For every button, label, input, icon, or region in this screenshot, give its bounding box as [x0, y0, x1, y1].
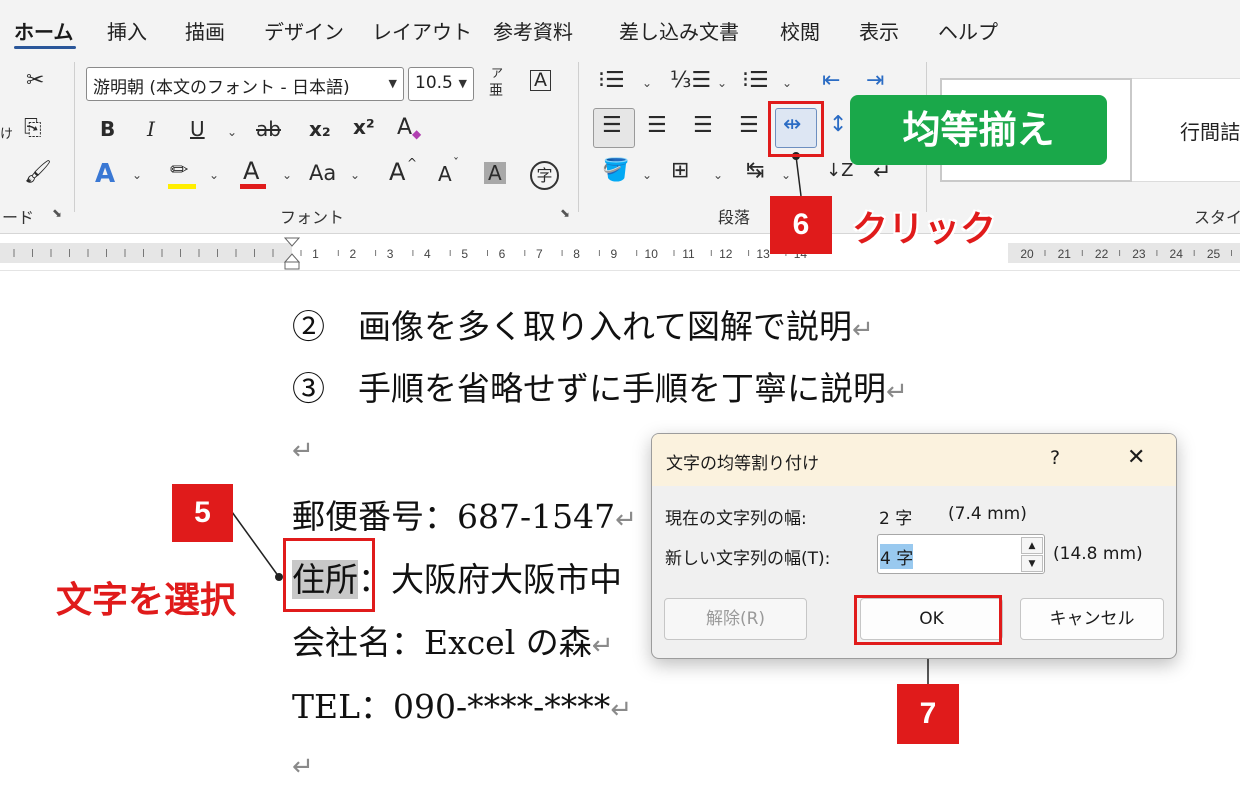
highlight-box-ok — [854, 595, 1002, 645]
new-width-label: 新しい文字列の幅(T): — [665, 549, 831, 569]
new-width-mm: (14.8 mm) — [1053, 544, 1143, 564]
step-6-badge: 6 — [770, 196, 832, 254]
spin-up-icon[interactable]: ▲ — [1021, 537, 1043, 554]
new-width-value: 4 字 — [880, 544, 914, 569]
click-annotation: クリック — [852, 209, 997, 250]
spin-down-icon[interactable]: ▼ — [1021, 555, 1043, 572]
help-icon[interactable]: ? — [1050, 447, 1060, 469]
close-icon[interactable]: ✕ — [1127, 445, 1145, 470]
dialog-title: 文字の均等割り付け — [666, 454, 819, 474]
step-5-badge: 5 — [172, 484, 233, 542]
current-width-mm: (7.4 mm) — [948, 504, 1027, 524]
highlight-box-distributed — [768, 101, 824, 157]
dialog-title-bar: 文字の均等割り付け ? ✕ — [652, 434, 1176, 486]
annotation-leader-lines — [231, 152, 932, 684]
new-width-field[interactable]: 4 字 ▲ ▼ — [877, 534, 1045, 574]
cancel-button[interactable]: キャンセル — [1020, 598, 1164, 640]
highlight-box-selection — [283, 538, 375, 612]
current-width-value: 2 字 — [879, 509, 913, 529]
select-text-annotation: 文字を選択 — [56, 580, 237, 621]
current-width-label: 現在の文字列の幅: — [665, 509, 807, 529]
step-7-badge: 7 — [897, 684, 959, 744]
release-button[interactable]: 解除(R) — [664, 598, 807, 640]
